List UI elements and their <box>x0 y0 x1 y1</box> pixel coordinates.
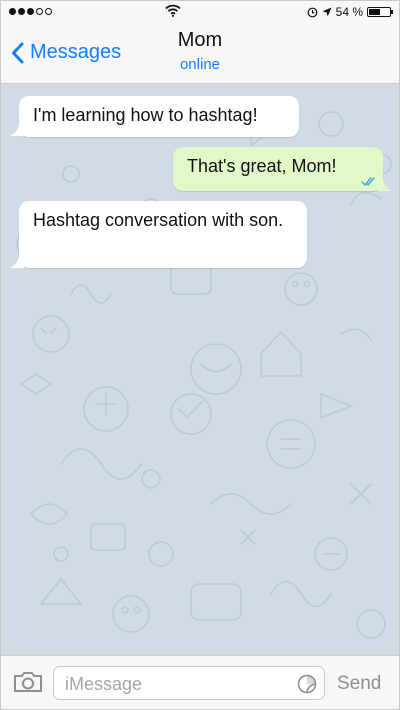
bubble-tail <box>10 254 24 268</box>
contact-status: online <box>179 56 221 73</box>
conversation-header: Messages Mom online <box>1 23 399 84</box>
sticker-icon[interactable] <box>297 674 317 694</box>
message-bubble-incoming[interactable]: I'm learning how to hashtag! <box>19 96 299 137</box>
chat-area[interactable]: I'm learning how to hashtag! That's grea… <box>1 84 399 655</box>
camera-icon[interactable] <box>13 671 43 693</box>
message-field[interactable] <box>53 666 325 701</box>
contact-name[interactable]: Mom <box>1 29 399 52</box>
bubble-tail <box>378 177 392 191</box>
message-text: I'm learning how to hashtag! <box>33 105 258 125</box>
status-right: 54 % <box>307 5 393 19</box>
message-composer: Send <box>1 655 399 709</box>
wifi-icon <box>165 4 181 17</box>
message-bubble-incoming[interactable]: Hashtag conversation with son. <box>19 201 307 268</box>
message-input[interactable] <box>63 667 292 701</box>
send-button[interactable]: Send <box>337 673 381 695</box>
battery-percent: 54 % <box>335 5 363 19</box>
location-arrow-icon <box>322 7 332 17</box>
message-text: That's great, Mom! <box>187 156 337 176</box>
double-check-icon <box>361 177 375 186</box>
message-text: Hashtag conversation with son. <box>33 210 284 230</box>
phone-screen: 54 % Messages Mom online I'm learning ho… <box>0 0 400 710</box>
battery-icon <box>367 7 393 17</box>
bubble-tail <box>10 122 24 136</box>
alarm-icon <box>307 7 318 17</box>
message-bubble-outgoing[interactable]: That's great, Mom! <box>173 147 383 191</box>
signal-dots-icon <box>9 8 52 15</box>
status-bar: 54 % <box>1 1 399 23</box>
